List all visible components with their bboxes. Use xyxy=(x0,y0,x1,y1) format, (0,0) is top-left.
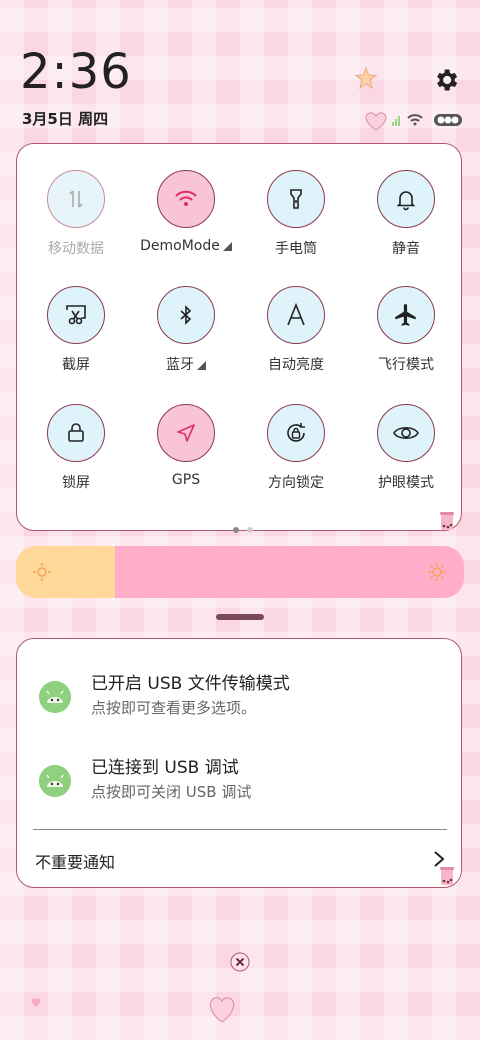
page-dot-active xyxy=(233,527,239,533)
tile-label: 静音 xyxy=(351,238,461,258)
tile-label: 方向锁定 xyxy=(241,472,351,492)
expand-triangle-icon[interactable] xyxy=(222,242,232,251)
brightness-low-icon xyxy=(33,563,51,581)
eye-icon xyxy=(392,419,420,447)
tile-toggle-button[interactable] xyxy=(47,170,105,228)
mobile-data-icon xyxy=(64,187,88,211)
brightness-high-icon xyxy=(428,563,446,581)
star-decoration-icon xyxy=(354,66,378,90)
lock-icon xyxy=(64,421,88,445)
notification-subtitle: 点按即可查看更多选项。 xyxy=(91,699,257,717)
tile-mobile-data[interactable]: 移动数据 xyxy=(21,170,131,280)
expand-triangle-icon[interactable] xyxy=(197,361,206,370)
tile-label: 截屏 xyxy=(21,354,131,374)
tile-label: 手电筒 xyxy=(241,238,351,258)
brightness-slider[interactable] xyxy=(16,546,464,598)
tile-screenshot[interactable]: 截屏 xyxy=(21,286,131,396)
tile-label-text: 蓝牙 xyxy=(166,357,194,373)
rotation-lock-icon xyxy=(283,420,309,446)
notification-subtitle: 点按即可关闭 USB 调试 xyxy=(91,783,252,801)
tile-label-text: 方向锁定 xyxy=(268,475,324,491)
clock-time: 2:36 xyxy=(20,44,132,100)
tile-label-text: 手电筒 xyxy=(275,241,317,257)
android-face-icon xyxy=(39,765,71,797)
flashlight-icon xyxy=(284,187,308,211)
tile-label: 移动数据 xyxy=(21,238,131,258)
tile-label-text: GPS xyxy=(171,472,201,488)
tile-wifi[interactable]: DemoMode xyxy=(131,170,241,280)
tile-toggle-button[interactable] xyxy=(157,170,215,228)
status-bar-icons xyxy=(365,112,462,131)
heart-decoration-icon xyxy=(209,997,235,1023)
tile-toggle-button[interactable] xyxy=(267,170,325,228)
tile-label-text: 静音 xyxy=(392,241,420,257)
tile-label: DemoMode xyxy=(131,238,241,254)
tile-label-text: DemoMode xyxy=(140,238,220,254)
bubble-tea-decoration-icon xyxy=(440,512,454,530)
notification-card: 已开启 USB 文件传输模式 点按即可查看更多选项。 已连接到 USB 调试 点… xyxy=(16,638,462,888)
settings-gear-icon[interactable] xyxy=(432,66,460,94)
bubble-tea-decoration-icon xyxy=(440,867,454,885)
tile-toggle-button[interactable] xyxy=(267,404,325,462)
tile-label: 锁屏 xyxy=(21,472,131,492)
tile-label-text: 护眼模式 xyxy=(378,475,434,491)
tile-toggle-button[interactable] xyxy=(267,286,325,344)
wifi-status-icon xyxy=(407,114,423,126)
less-important-notifications-link[interactable]: 不重要通知 xyxy=(35,849,115,873)
tile-toggle-button[interactable] xyxy=(47,404,105,462)
tile-eye[interactable]: 护眼模式 xyxy=(351,404,461,514)
clear-all-close-icon[interactable] xyxy=(230,952,250,972)
screenshot-icon xyxy=(64,303,88,327)
tile-bluetooth[interactable]: 蓝牙 xyxy=(131,286,241,396)
tile-gps[interactable]: GPS xyxy=(131,404,241,514)
heart-decoration-icon xyxy=(365,112,387,131)
wifi-icon xyxy=(173,186,199,212)
tile-airplane[interactable]: 飞行模式 xyxy=(351,286,461,396)
tile-label: GPS xyxy=(131,472,241,488)
tile-label-text: 飞行模式 xyxy=(378,357,434,373)
signal-icon xyxy=(392,116,400,126)
tile-toggle-button[interactable] xyxy=(157,286,215,344)
notification-title: 已开启 USB 文件传输模式 xyxy=(91,674,290,694)
tile-rotation-lock[interactable]: 方向锁定 xyxy=(241,404,351,514)
brightness-fill xyxy=(16,546,115,598)
page-indicator xyxy=(229,518,257,537)
tile-toggle-button[interactable] xyxy=(377,286,435,344)
airplane-icon xyxy=(393,302,419,328)
tile-toggle-button[interactable] xyxy=(47,286,105,344)
gps-icon xyxy=(174,421,198,445)
tile-toggle-button[interactable] xyxy=(157,404,215,462)
notification-item[interactable]: 已开启 USB 文件传输模式 点按即可查看更多选项。 xyxy=(39,669,439,729)
tile-auto-brightness[interactable]: 自动亮度 xyxy=(241,286,351,396)
android-face-icon xyxy=(39,681,71,713)
bell-icon xyxy=(394,187,418,211)
divider xyxy=(33,829,447,830)
tile-bell[interactable]: 静音 xyxy=(351,170,461,280)
page-dot xyxy=(247,527,253,533)
notification-shade: { "clock": { "time": "2:36", "date": "3月… xyxy=(0,0,480,1040)
tile-toggle-button[interactable] xyxy=(377,404,435,462)
tile-label: 蓝牙 xyxy=(131,354,241,374)
bluetooth-icon xyxy=(174,303,198,327)
tile-flashlight[interactable]: 手电筒 xyxy=(241,170,351,280)
clock-date: 3月5日 周四 xyxy=(22,110,109,128)
tile-label-text: 锁屏 xyxy=(62,475,90,491)
tile-label: 护眼模式 xyxy=(351,472,461,492)
tile-label: 自动亮度 xyxy=(241,354,351,374)
small-heart-decoration-icon xyxy=(31,998,41,1007)
tile-label-text: 截屏 xyxy=(62,357,90,373)
battery-icon xyxy=(434,114,462,126)
notification-item[interactable]: 已连接到 USB 调试 点按即可关闭 USB 调试 xyxy=(39,753,439,813)
tile-lock[interactable]: 锁屏 xyxy=(21,404,131,514)
tile-label-text: 移动数据 xyxy=(48,241,104,257)
tile-label-text: 自动亮度 xyxy=(268,357,324,373)
tile-label: 飞行模式 xyxy=(351,354,461,374)
auto-brightness-icon xyxy=(283,302,309,328)
quick-settings-panel: 移动数据 DemoMode 手电筒 静音截屏 蓝牙 自动亮度 飞行模式锁屏 GPS 方向锁定 护眼… xyxy=(16,143,462,533)
notification-title: 已连接到 USB 调试 xyxy=(91,758,239,778)
drag-handle[interactable] xyxy=(216,614,264,620)
tile-toggle-button[interactable] xyxy=(377,170,435,228)
